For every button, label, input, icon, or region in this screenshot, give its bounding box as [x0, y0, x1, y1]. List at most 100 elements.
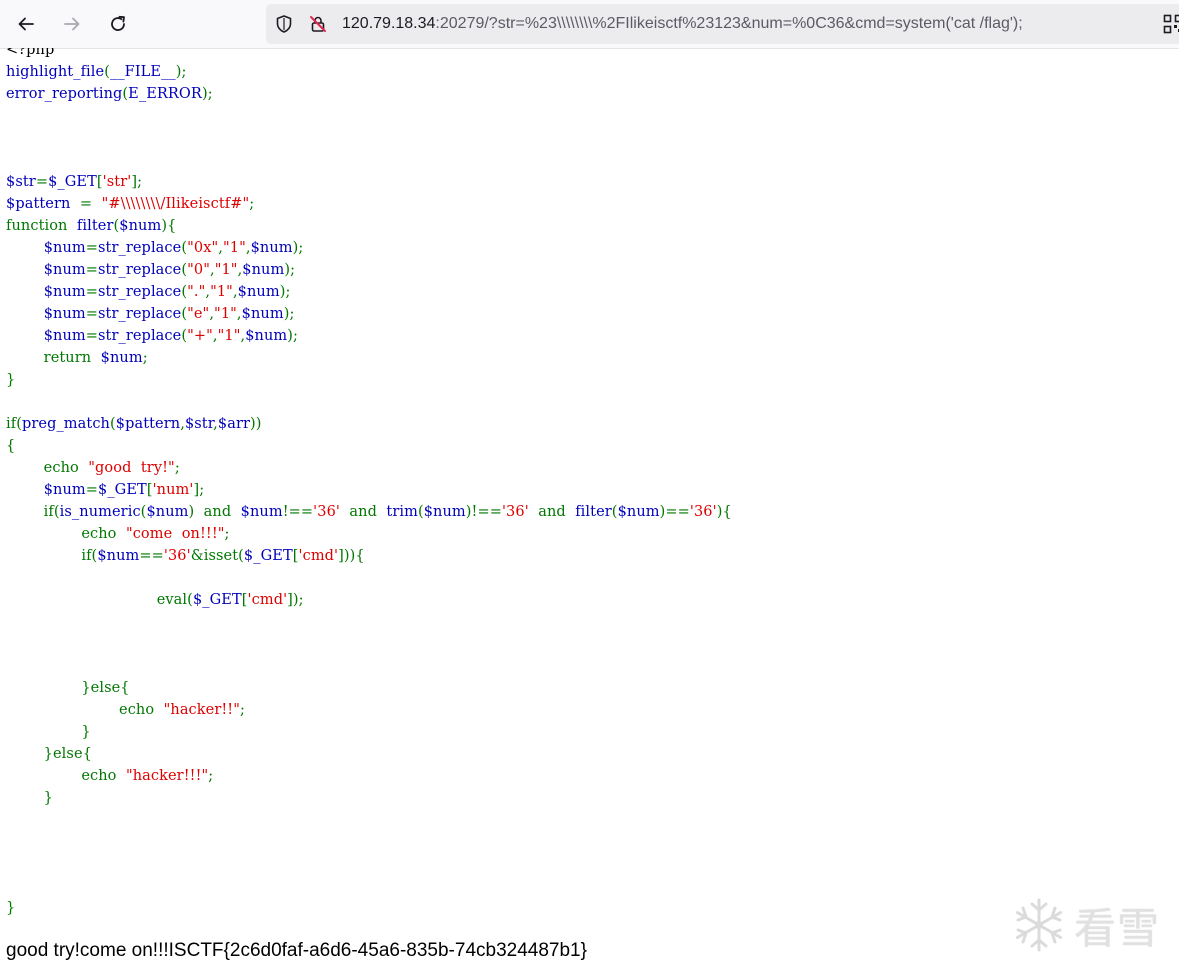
code-token: "1" [222, 240, 246, 256]
code-token: ; [208, 768, 214, 784]
code-line: if(preg_match($pattern,$str,$arr)) [6, 413, 732, 435]
code-token: error_reporting [6, 86, 123, 102]
forward-button[interactable] [54, 6, 90, 42]
code-token: str_replace [98, 306, 182, 322]
code-token: ); [175, 64, 187, 80]
code-token: '36' [313, 504, 340, 520]
code-token: ]); [287, 592, 304, 608]
code-token: ); [292, 240, 304, 256]
code-line: error_reporting(E_ERROR); [6, 83, 732, 105]
code-token: = [70, 196, 102, 212]
code-line: function filter($num){ [6, 215, 732, 237]
code-token: ; [224, 526, 230, 542]
code-token: eval [156, 592, 188, 608]
forward-arrow-icon [64, 17, 80, 31]
page-output-text: good try!come on!!!ISCTF{2c6d0faf-a6d6-4… [6, 940, 587, 961]
code-token: str_replace [98, 262, 182, 278]
shield-icon[interactable] [274, 14, 294, 34]
code-token: isset [203, 548, 239, 564]
code-token: $num [97, 548, 140, 564]
code-token: str_replace [98, 328, 182, 344]
code-line: $pattern = "#\\\\\\\\/Ilikeisctf#"; [6, 193, 732, 215]
code-token: { [6, 438, 16, 454]
code-token: "0" [187, 262, 210, 278]
code-token: = [35, 174, 49, 190]
code-token: str_replace [98, 284, 182, 300]
code-token: } [6, 372, 16, 388]
code-token: }else{ [6, 746, 92, 762]
code-token: $_GET [98, 482, 147, 498]
code-line: $num=str_replace("0x","1",$num); [6, 237, 732, 259]
reload-button[interactable] [100, 6, 136, 42]
insecure-lock-icon[interactable] [308, 14, 328, 34]
code-token: echo [6, 526, 126, 542]
code-token: '36' [163, 548, 191, 564]
code-token: ]; [131, 174, 143, 190]
code-token: "good try!" [88, 460, 175, 476]
code-token: if( [6, 504, 60, 520]
code-token: = [85, 328, 98, 344]
code-token: function [6, 218, 77, 234]
code-token: ])){ [338, 548, 365, 564]
code-line: $num=str_replace("0","1",$num); [6, 259, 732, 281]
code-token: )== [659, 504, 690, 520]
code-token: highlight_file [6, 64, 105, 80]
back-button[interactable] [8, 6, 44, 42]
back-arrow-icon [18, 17, 34, 31]
code-token: $num [423, 504, 466, 520]
code-token: }else{ [6, 680, 130, 696]
address-bar[interactable]: 120.79.18.34:20279/?str=%23\\\\\\\\%2FIl… [266, 4, 1179, 44]
code-line: echo "hacker!!!"; [6, 765, 732, 787]
code-line: <?php [6, 48, 732, 61]
code-token: $num [245, 328, 288, 344]
code-line: echo "good try!"; [6, 457, 732, 479]
code-token: } [6, 724, 91, 740]
browser-toolbar: 120.79.18.34:20279/?str=%23\\\\\\\\%2FIl… [0, 0, 1179, 49]
code-token: )) [250, 416, 262, 432]
code-token: ); [201, 86, 213, 102]
code-token: $_GET [192, 592, 242, 608]
code-token: trim [386, 504, 418, 520]
code-line: } [6, 787, 732, 809]
code-line: if(is_numeric($num) and $num!=='36' and … [6, 501, 732, 523]
code-token: = [85, 262, 98, 278]
code-token: $num [617, 504, 660, 520]
url-text[interactable]: 120.79.18.34:20279/?str=%23\\\\\\\\%2FIl… [342, 14, 1023, 34]
code-token: ) and [188, 504, 241, 520]
code-token: $pattern [115, 416, 181, 432]
code-token: $str [184, 416, 214, 432]
code-token: 'cmd' [298, 548, 339, 564]
code-token: ); [283, 306, 295, 322]
url-host: 120.79.18.34 [342, 15, 436, 32]
watermark: 看雪 [1010, 894, 1170, 956]
code-token: $num [100, 350, 143, 366]
code-token: $num [43, 482, 86, 498]
code-token: "1" [214, 306, 237, 322]
code-token: 'num' [152, 482, 194, 498]
code-token: "." [187, 284, 206, 300]
url-path: :20279/?str=%23\\\\\\\\%2FIlikeisctf%231… [435, 15, 1023, 32]
code-token: $num [43, 240, 86, 256]
code-token: echo [6, 460, 89, 476]
code-token: !== [282, 504, 314, 520]
code-token: $_GET [48, 174, 97, 190]
code-token: ); [279, 284, 291, 300]
qr-code-icon[interactable] [1163, 14, 1179, 34]
code-token: $num [242, 262, 285, 278]
code-token: return [6, 350, 101, 366]
code-token: $num [241, 306, 284, 322]
code-token: <?php [6, 48, 55, 58]
code-line: return $num; [6, 347, 732, 369]
code-token: & [190, 548, 204, 564]
code-token: is_numeric [59, 504, 141, 520]
code-token: 'cmd' [247, 592, 288, 608]
code-token: $_GET [243, 548, 293, 564]
